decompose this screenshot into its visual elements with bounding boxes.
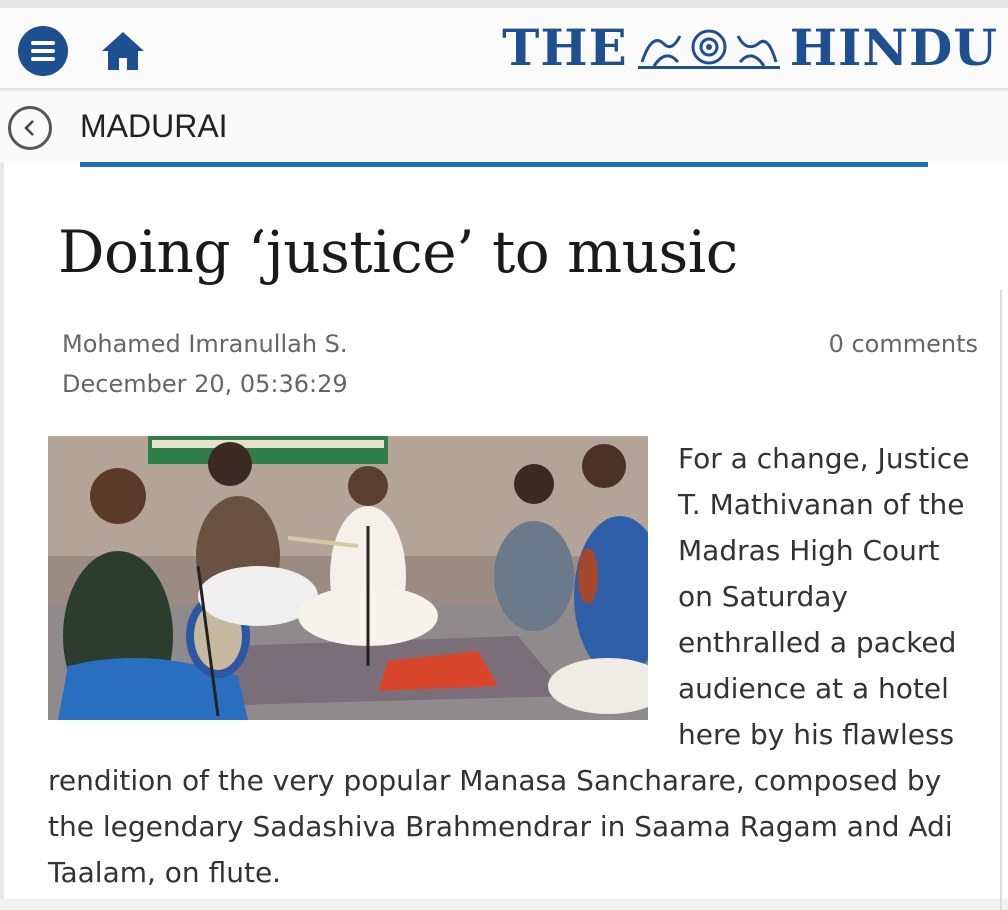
logo-word-the: THE xyxy=(502,17,628,77)
card-edge xyxy=(0,162,4,899)
comments-link[interactable]: 0 comments xyxy=(829,324,978,364)
back-chevron-icon xyxy=(24,120,34,136)
menu-button[interactable] xyxy=(18,26,68,76)
the-hindu-logo[interactable]: THE HINDU xyxy=(502,16,998,78)
home-icon xyxy=(102,32,144,70)
section-bar: MADURAI xyxy=(0,92,1008,162)
scroll-edge xyxy=(1000,290,1008,910)
top-navigation-bar: THE HINDU xyxy=(0,0,1008,90)
article-card: Doing ‘justice’ to music Mohamed Imranul… xyxy=(0,162,1008,910)
logo-emblem-icon xyxy=(637,29,780,69)
article-headline: Doing ‘justice’ to music xyxy=(58,218,738,286)
back-button[interactable] xyxy=(8,106,52,150)
home-button[interactable] xyxy=(98,26,148,76)
article-body: For a change, Justice T. Mathivanan of t… xyxy=(48,436,978,896)
publish-date: December 20, 05:36:29 xyxy=(62,370,348,398)
author-name[interactable]: Mohamed Imranullah S. xyxy=(62,324,348,364)
menu-icon xyxy=(31,37,55,65)
photo-spacer xyxy=(48,436,678,750)
section-title: MADURAI xyxy=(80,108,228,144)
article-byline: Mohamed Imranullah S. December 20, 05:36… xyxy=(62,324,348,404)
section-accent-line xyxy=(80,162,928,167)
logo-word-hindu: HINDU xyxy=(789,17,998,77)
